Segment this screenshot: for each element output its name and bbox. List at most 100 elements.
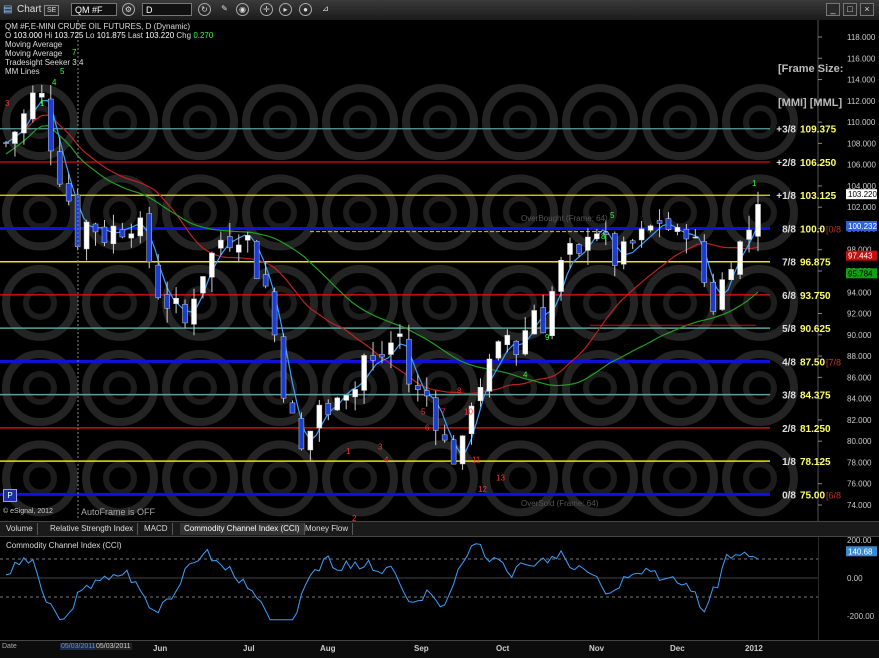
seeker-count: 4 (523, 370, 528, 379)
mml-price-label: 93.750 (800, 291, 831, 302)
tab-cci[interactable]: Commodity Channel Index (CCI) (180, 523, 305, 535)
seeker-count: 1 (346, 447, 351, 456)
chart-title: QM #F,E-MINI CRUDE OIL FUTURES, D (Dynam… (5, 22, 191, 31)
candle-body (424, 390, 430, 397)
seeker-count: 1 (40, 99, 45, 108)
cci-panel (0, 536, 818, 640)
mml-fraction-label: 6/8 (782, 291, 796, 302)
candle-body (441, 434, 448, 441)
mml-fraction-label: +1/8 (776, 191, 796, 202)
candle-body (48, 98, 54, 152)
candle-body (298, 418, 305, 450)
price-tick-label: 106.000 (847, 161, 876, 170)
price-tick-label: 108.000 (847, 139, 876, 148)
candle-body (343, 395, 349, 401)
cci-tick-label: 0.00 (847, 574, 863, 583)
candle-body (665, 218, 672, 230)
seeker-count: 8 (601, 232, 606, 241)
minimize-icon[interactable]: _ (826, 3, 840, 16)
candle-body (110, 225, 117, 245)
mmi-mml-label: [MMI] [MML] (778, 97, 843, 109)
date-axis: Date 05/03/2011 05/03/2011 Jun Jul Aug S… (0, 640, 879, 658)
study-3[interactable]: Tradesight Seeker 3.4 (5, 58, 83, 67)
candle-body (3, 142, 9, 144)
seeker-count: 6 (425, 424, 430, 433)
candle-body (504, 334, 511, 345)
p-button[interactable]: P (3, 489, 17, 502)
candle-body (486, 358, 493, 392)
candle-body (397, 333, 403, 337)
mml-fraction-label: 2/8 (782, 424, 796, 435)
chart-window-icon: ▤ (3, 4, 13, 15)
candle-body (620, 241, 627, 265)
refresh-icon[interactable]: ↻ (198, 3, 211, 16)
candle-body (316, 404, 323, 429)
mml-price-label: 100.0 (800, 224, 825, 235)
chart-canvas[interactable]: 3 1457123456781011121394581 118.000116.00… (0, 20, 879, 640)
price-tick-label: 86.000 (847, 373, 872, 382)
candle-body (522, 330, 528, 355)
candle-body (137, 217, 144, 237)
open-label: O (5, 31, 12, 40)
seeker-count: 12 (478, 485, 487, 494)
date-label-nov: Nov (589, 644, 605, 653)
cursor-icon[interactable]: ✛ (260, 3, 273, 16)
zoom-icon[interactable]: ◉ (236, 3, 249, 16)
high-value: 103.725 (54, 31, 84, 40)
candle-body (39, 92, 45, 98)
candle-body (549, 291, 555, 336)
candle-body (119, 229, 126, 238)
maximize-icon[interactable]: □ (843, 3, 857, 16)
candle-body (209, 252, 215, 278)
candle-body (388, 342, 394, 355)
price-badge-label: 95.784 (848, 269, 873, 278)
study-2[interactable]: Moving Average (5, 49, 62, 58)
symbol-settings-icon[interactable]: ⚙ (122, 3, 135, 16)
candle-body (495, 341, 502, 359)
open-value: 103.000 (13, 31, 43, 40)
candle-body (101, 226, 108, 243)
candle-body (701, 241, 708, 283)
candle-body (567, 243, 573, 255)
price-tick-label: 76.000 (847, 480, 872, 489)
date-label-2012: 2012 (745, 644, 763, 653)
candle-body (280, 336, 287, 399)
candle-body (21, 113, 27, 134)
pencil-icon[interactable]: ✎ (218, 3, 231, 16)
study-4[interactable]: MM Lines (5, 67, 40, 76)
cci-title: Commodity Channel Index (CCI) (6, 541, 122, 550)
cci-badge-label: 140.68 (848, 547, 873, 556)
candle-body (334, 397, 340, 411)
candle-body (173, 297, 179, 304)
price-tick-label: 90.000 (847, 331, 872, 340)
symbol-input[interactable]: QM #F (71, 3, 117, 16)
candle-body (477, 386, 484, 402)
seeker-count: 5 (60, 67, 65, 76)
seeker-count: 13 (496, 474, 505, 483)
mml-price-label: 90.625 (800, 324, 831, 335)
seeker-count: 10 (464, 408, 473, 417)
candle-body (92, 223, 99, 233)
last-label: Last (127, 31, 143, 40)
date-label-jul: Jul (243, 644, 255, 653)
tab-rsi[interactable]: Relative Strength Index (46, 523, 139, 535)
price-tick-label: 110.000 (847, 118, 876, 127)
interval-input[interactable]: D (142, 3, 192, 16)
candle-body (683, 228, 690, 240)
seeker-count: 7 (72, 48, 77, 57)
mml-fraction-label: 7/8 (782, 258, 796, 269)
low-label: Lo (85, 31, 95, 40)
tab-macd[interactable]: MACD (140, 523, 173, 535)
seeker-count: 5 (421, 408, 426, 417)
mml-tag-label: [7/8 (826, 357, 841, 367)
tab-money-flow[interactable]: Money Flow (301, 523, 354, 535)
play-icon[interactable]: ▸ (279, 3, 292, 16)
tab-volume[interactable]: Volume (2, 523, 38, 535)
study-1[interactable]: Moving Average (5, 40, 62, 49)
price-tick-label: 112.000 (847, 97, 876, 106)
close-icon[interactable]: × (860, 3, 874, 16)
properties-icon[interactable]: ● (299, 3, 312, 16)
mml-fraction-label: 0/8 (782, 490, 796, 501)
candle-body (352, 389, 358, 398)
draw-tool-icon[interactable]: ⊿ (319, 3, 332, 16)
